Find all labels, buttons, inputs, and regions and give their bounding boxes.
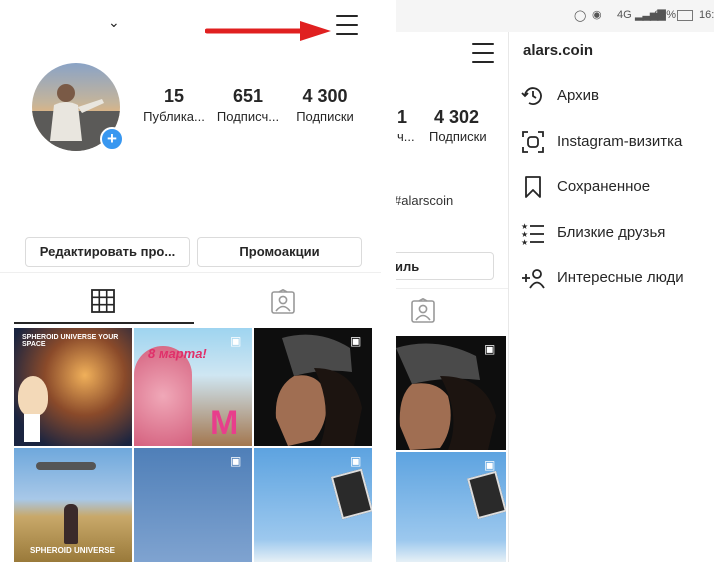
post-overlay-text: SPHEROID UNIVERSE YOUR SPACE: [22, 334, 119, 348]
archive-icon: [521, 87, 542, 105]
following-label: Подписки: [429, 129, 487, 144]
close-friends-icon: ★ ★ ★: [521, 222, 544, 245]
network-type: 4G: [617, 9, 632, 21]
post-thumbnail[interactable]: ▣: [396, 452, 506, 562]
partial-stat: 1: [397, 107, 408, 127]
following-count: 4 300: [302, 86, 348, 106]
video-camera-icon: ▣: [484, 342, 496, 356]
nametag-icon: [522, 131, 544, 153]
cartoon-character-icon: [18, 376, 48, 416]
following-count: 4 302: [434, 107, 480, 127]
followers-count: 651: [232, 86, 264, 106]
menu-item-label: Близкие друзья: [557, 224, 666, 241]
menu-item-label: Интересные люди: [557, 269, 684, 286]
menu-item-label: Сохраненное: [557, 178, 651, 195]
menu-hamburger-icon[interactable]: [336, 15, 358, 42]
tabs-divider: [0, 272, 381, 273]
video-camera-icon: ▣: [230, 454, 242, 468]
spaceship-icon: [36, 462, 96, 470]
video-camera-icon: ▣: [484, 458, 496, 472]
grid-tab-indicator: [14, 322, 194, 324]
letter-m-decoration: M: [210, 404, 239, 442]
following-label[interactable]: Подписки: [285, 109, 365, 124]
post-overlay-text: 8 марта!: [148, 346, 207, 361]
post-thumbnail[interactable]: ▣: [134, 448, 252, 562]
profile-hashtag[interactable]: #alarscoin: [396, 193, 453, 208]
profile-screen: ⌄ + 15 Публика... 651 Подписч... 4 300 П…: [0, 0, 381, 562]
phone-image: [330, 468, 372, 520]
status-bar: ◯ ◉ 4G ▂▃▅▇ 63% 16:: [396, 0, 714, 32]
flower-eight-icon: [134, 346, 192, 446]
menu-hamburger-icon[interactable]: [472, 43, 494, 70]
bookmark-icon: [525, 176, 541, 198]
tabs-divider: [396, 288, 508, 289]
followers-label[interactable]: Подписч...: [209, 109, 287, 124]
phone-image: [467, 470, 506, 520]
post-overlay-text: SPHEROID UNIVERSE: [30, 546, 115, 555]
tagged-photos-icon[interactable]: [270, 289, 296, 315]
edit-profile-button-partial[interactable]: иль: [396, 252, 494, 280]
menu-item-label: Instagram-визитка: [557, 133, 683, 150]
post-thumbnail[interactable]: ▣: [396, 336, 506, 450]
cartoon-body: [24, 414, 40, 442]
partial-label: ч...: [397, 129, 415, 144]
svg-text:★: ★: [521, 238, 528, 245]
video-camera-icon: ▣: [350, 334, 362, 348]
person-silhouette: [64, 504, 78, 544]
headphones-icon: ◯: [574, 10, 587, 22]
tagged-photos-icon[interactable]: [410, 298, 436, 324]
menu-item-label: Архив: [557, 87, 600, 104]
add-person-icon: [522, 269, 545, 289]
battery-icon: [677, 10, 693, 21]
drawer-username: alars.coin: [523, 42, 594, 59]
post-thumbnail[interactable]: ▣: [254, 448, 372, 562]
posts-label[interactable]: Публика...: [135, 109, 213, 124]
post-thumbnail[interactable]: SPHEROID UNIVERSE: [14, 448, 132, 562]
add-story-plus-icon[interactable]: +: [100, 127, 124, 151]
promotions-button[interactable]: Промоакции: [197, 237, 362, 267]
posts-count: 15: [163, 86, 185, 106]
post-thumbnail[interactable]: 8 марта! M ▣: [134, 328, 252, 446]
data-saver-icon: ◉: [592, 9, 602, 21]
video-camera-icon: ▣: [230, 334, 242, 348]
red-arrow-annotation-icon: [205, 21, 331, 41]
battery-percent: 63%: [654, 9, 677, 21]
video-camera-icon: ▣: [350, 454, 362, 468]
grid-view-icon[interactable]: [91, 289, 115, 313]
post-thumbnail[interactable]: SPHEROID UNIVERSE YOUR SPACE: [14, 328, 132, 446]
side-menu-drawer: alars.coin Архив Instagram-визитка Сохра…: [508, 32, 714, 562]
menu-open-screen: ◯ ◉ 4G ▂▃▅▇ 63% 16: 1 4 302 ч... Подписк…: [396, 0, 714, 562]
post-thumbnail[interactable]: ▣: [254, 328, 372, 446]
edit-profile-button[interactable]: Редактировать про...: [25, 237, 190, 267]
clock: 16:: [699, 9, 714, 21]
account-switch-chevron-icon[interactable]: ⌄: [108, 14, 120, 31]
